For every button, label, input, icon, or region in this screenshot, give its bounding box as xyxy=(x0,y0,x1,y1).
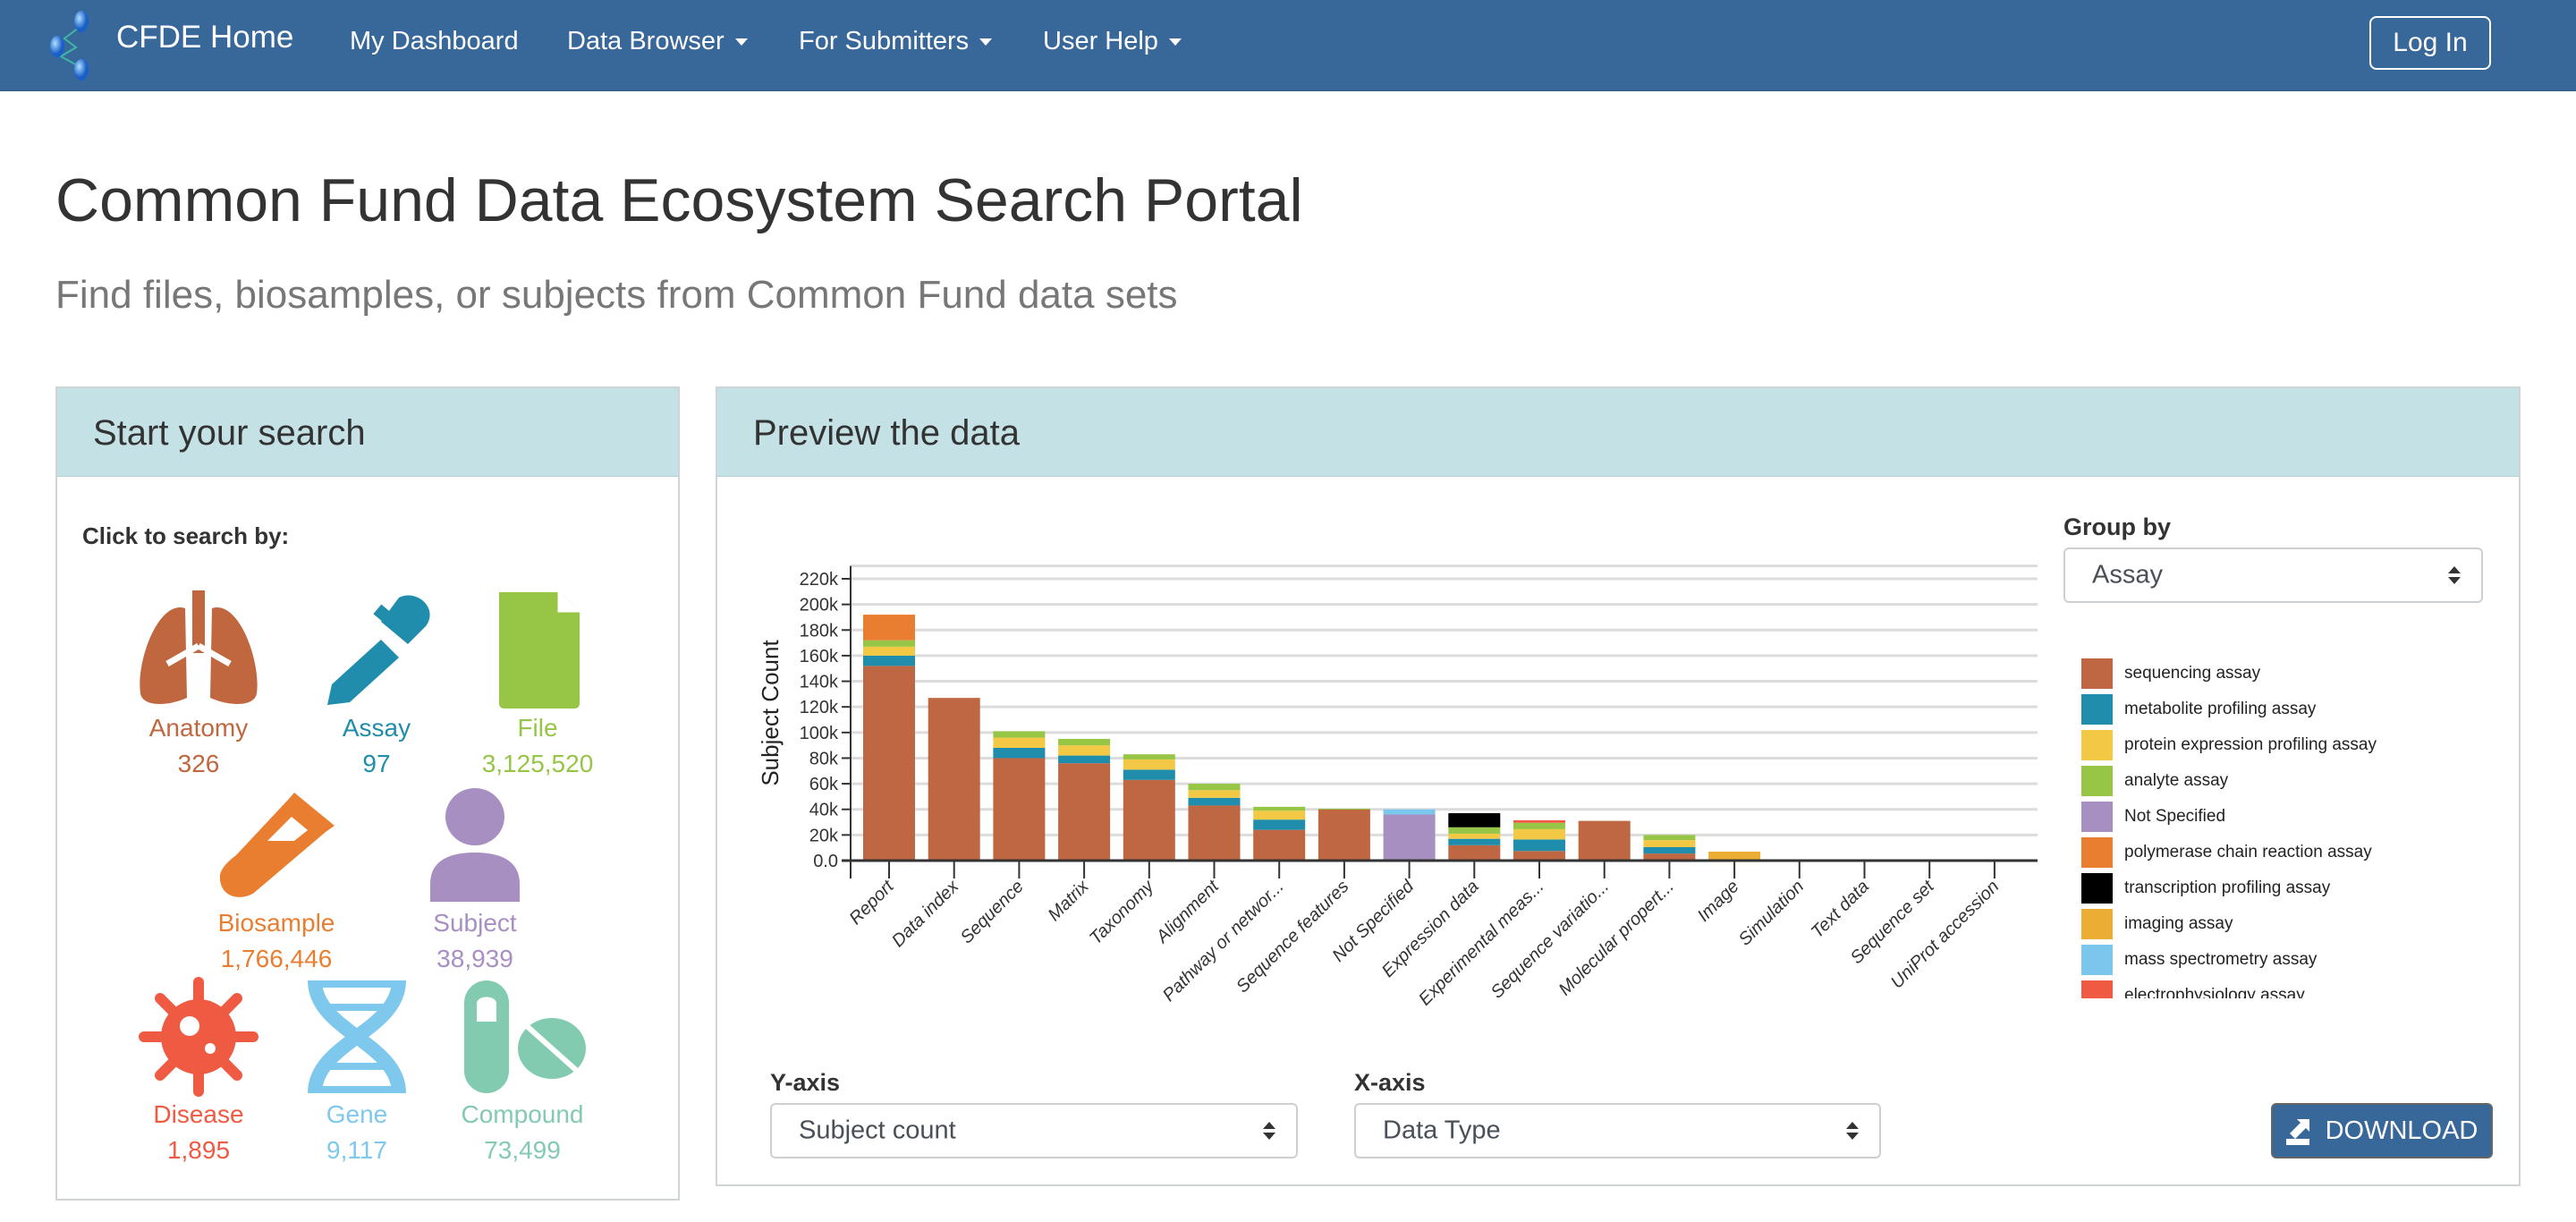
select-value: Subject count xyxy=(799,1116,956,1145)
legend-swatch xyxy=(2081,909,2113,939)
y-axis-label: Y-axis xyxy=(770,1069,841,1096)
x-axis-select[interactable]: Data Type xyxy=(1354,1103,1881,1158)
legend-swatch xyxy=(2081,837,2113,868)
select-value: Data Type xyxy=(1383,1116,1501,1145)
legend-label: mass spectrometry assay xyxy=(2124,950,2318,969)
legend-swatch xyxy=(2081,873,2113,904)
download-button[interactable]: DOWNLOAD xyxy=(2271,1103,2493,1158)
legend-label: imaging assay xyxy=(2124,914,2233,933)
legend-label: metabolite profiling assay xyxy=(2124,700,2317,718)
y-tick-label: 200k xyxy=(800,596,839,615)
legend-swatch xyxy=(2081,694,2113,725)
legend-swatch xyxy=(2081,766,2113,796)
y-axis-select[interactable]: Subject count xyxy=(770,1103,1298,1158)
download-label: DOWNLOAD xyxy=(2325,1116,2479,1145)
legend-swatch xyxy=(2081,945,2113,975)
y-tick-label: 220k xyxy=(800,570,839,590)
legend-label: Not Specified xyxy=(2124,807,2226,826)
select-value: Assay xyxy=(2092,560,2163,590)
export-icon xyxy=(2285,1119,2309,1145)
legend-label: sequencing assay xyxy=(2124,664,2261,683)
legend-label: transcription profiling assay xyxy=(2124,878,2331,897)
group-by-label: Group by xyxy=(2063,513,2171,540)
stacked-bar-chart: 0.020k40k60k80k100k120k140k160k180k200k2… xyxy=(757,564,2038,1009)
sort-arrows-icon xyxy=(1846,1122,1859,1140)
legend-swatch xyxy=(2081,802,2113,832)
legend-swatch xyxy=(2081,730,2113,760)
legend-label: analyte assay xyxy=(2124,771,2229,790)
legend-swatch xyxy=(2081,658,2113,689)
sort-arrows-icon xyxy=(2448,566,2461,584)
group-by-select[interactable]: Assay xyxy=(2063,547,2483,603)
legend-label: polymerase chain reaction assay xyxy=(2124,843,2372,861)
sort-arrows-icon xyxy=(1263,1122,1275,1140)
bar-segment xyxy=(863,615,915,641)
y-tick-label: 180k xyxy=(800,621,839,641)
legend-label: protein expression profiling assay xyxy=(2124,735,2377,754)
x-axis-label: X-axis xyxy=(1354,1069,1426,1096)
